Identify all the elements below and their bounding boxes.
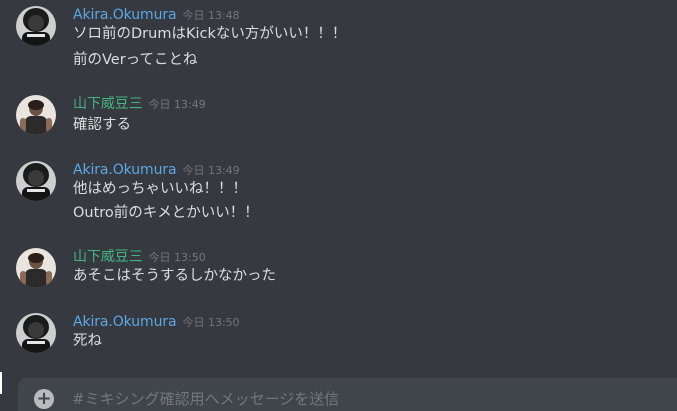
- avatar-akira-image: [16, 313, 56, 353]
- avatar-yamashita-image: [16, 248, 56, 288]
- avatar-akira[interactable]: [16, 313, 56, 353]
- timestamp: 今日 13:50: [182, 316, 240, 329]
- timestamp: 今日 13:50: [148, 251, 206, 264]
- message-group: Akira.Okumura 今日 13:49 他はめっちゃいいね！！！ Outro…: [0, 159, 677, 225]
- scroll-marker: [0, 372, 2, 394]
- avatar-akira[interactable]: [16, 6, 56, 46]
- avatar-akira-image: [16, 161, 56, 201]
- message-text: 前のVerってことね: [73, 52, 198, 68]
- username[interactable]: Akira.Okumura: [73, 7, 177, 23]
- message-input[interactable]: [72, 387, 672, 411]
- message-group: Akira.Okumura 今日 13:50 死ね: [0, 311, 677, 355]
- message-group: 山下威豆三 今日 13:50 あそこはそうするしかなかった: [0, 246, 677, 290]
- avatar-yamashita-image: [16, 95, 56, 135]
- message-group: 山下威豆三 今日 13:49 確認する: [0, 93, 677, 137]
- message-group: Akira.Okumura 今日 13:48 ソロ前のDrumはKickない方がい…: [0, 4, 677, 70]
- username[interactable]: 山下威豆三: [73, 249, 143, 265]
- avatar-akira[interactable]: [16, 161, 56, 201]
- message-composer: +: [18, 378, 677, 411]
- avatar-akira-image: [16, 6, 56, 46]
- timestamp: 今日 13:49: [148, 98, 206, 111]
- username[interactable]: 山下威豆三: [73, 96, 143, 112]
- message-text: 他はめっちゃいいね！！！: [73, 181, 247, 197]
- message-text: 死ね: [73, 333, 102, 349]
- username[interactable]: Akira.Okumura: [73, 162, 177, 178]
- avatar-yamashita[interactable]: [16, 95, 56, 135]
- message-text: ソロ前のDrumはKickない方がいい！！！: [73, 26, 347, 42]
- message-text: Outro前のキメとかいい！！: [73, 205, 259, 221]
- message-text: 確認する: [73, 117, 131, 133]
- plus-icon[interactable]: +: [34, 389, 54, 409]
- username[interactable]: Akira.Okumura: [73, 314, 177, 330]
- timestamp: 今日 13:49: [182, 164, 240, 177]
- chat-view: Akira.Okumura 今日 13:48 ソロ前のDrumはKickない方がい…: [0, 0, 677, 411]
- timestamp: 今日 13:48: [182, 9, 240, 22]
- message-text: あそこはそうするしかなかった: [73, 268, 276, 284]
- avatar-yamashita[interactable]: [16, 248, 56, 288]
